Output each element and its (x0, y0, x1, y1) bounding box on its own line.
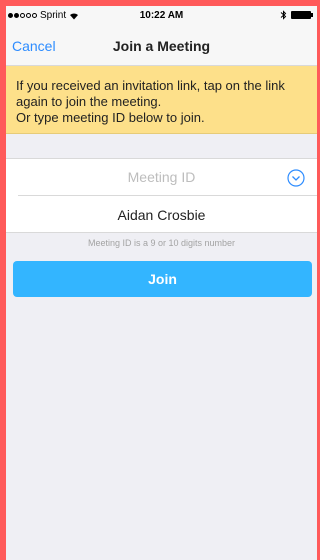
nav-bar: Cancel Join a Meeting (6, 26, 317, 66)
meeting-id-row (18, 159, 317, 196)
battery-icon (291, 11, 313, 19)
meeting-id-hint: Meeting ID is a 9 or 10 digits number (87, 238, 236, 248)
cancel-button[interactable]: Cancel (12, 38, 56, 54)
banner-line-1: If you received an invitation link, tap … (16, 78, 285, 93)
meeting-id-input[interactable] (18, 159, 317, 195)
chevron-down-circle-icon[interactable] (287, 169, 305, 187)
status-right (280, 10, 313, 20)
banner-line-3: Or type meeting ID below to join. (16, 110, 205, 125)
status-time: 10:22 AM (139, 10, 184, 21)
join-meeting-screen: Sprint 10:22 AM Cancel Join a Meeting If… (6, 6, 317, 560)
status-bar: Sprint 10:22 AM (6, 6, 317, 26)
bluetooth-icon (280, 10, 287, 20)
join-form (6, 158, 317, 233)
invitation-banner: If you received an invitation link, tap … (6, 66, 317, 134)
join-button[interactable]: Join (13, 261, 312, 297)
banner-line-2: again to join the meeting. (16, 94, 162, 109)
screen-name-input[interactable] (6, 196, 317, 233)
